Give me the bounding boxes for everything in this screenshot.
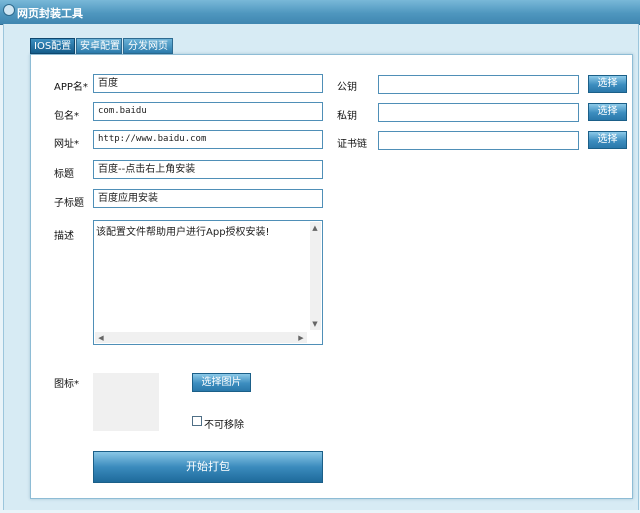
subtitle-input[interactable]: 百度应用安装 — [93, 189, 323, 208]
description-label: 描述 — [54, 231, 74, 242]
app-name-input[interactable]: 百度 — [93, 74, 323, 93]
scroll-up-icon[interactable]: ▲ — [310, 223, 320, 233]
start-packaging-button[interactable]: 开始打包 — [93, 451, 323, 483]
package-name-label: 包名* — [54, 111, 79, 122]
tab-android[interactable]: 安卓配置 — [76, 38, 122, 54]
private-key-choose-button[interactable]: 选择 — [588, 103, 627, 121]
app-icon — [3, 4, 15, 16]
non-removable-label: 不可移除 — [204, 420, 244, 431]
scroll-right-icon[interactable]: ▶ — [296, 333, 306, 343]
horizontal-scroll-track — [95, 332, 307, 343]
window-title: 网页封装工具 — [17, 7, 83, 20]
tab-ios[interactable]: IOS配置 — [30, 38, 75, 54]
cert-chain-choose-button[interactable]: 选择 — [588, 131, 627, 149]
package-name-input[interactable]: com.baidu — [93, 102, 323, 121]
cert-chain-label: 证书链 — [337, 139, 367, 150]
cert-chain-input[interactable] — [378, 131, 579, 150]
icon-preview — [93, 373, 159, 431]
public-key-choose-button[interactable]: 选择 — [588, 75, 627, 93]
tab-distribution[interactable]: 分发网页 — [123, 38, 173, 54]
horizontal-scrollbar[interactable]: ◀ ▶ — [95, 332, 307, 343]
private-key-input[interactable] — [378, 103, 579, 122]
public-key-input[interactable] — [378, 75, 579, 94]
choose-image-button[interactable]: 选择图片 — [192, 373, 251, 392]
scroll-left-icon[interactable]: ◀ — [96, 333, 106, 343]
title-label: 标题 — [54, 169, 74, 180]
non-removable-checkbox[interactable] — [192, 416, 202, 426]
icon-label: 图标* — [54, 379, 79, 390]
title-bar: 网页封装工具 — [0, 0, 640, 25]
subtitle-label: 子标题 — [54, 198, 84, 209]
description-text: 该配置文件帮助用户进行App授权安装! — [96, 227, 270, 238]
app-name-label: APP名* — [54, 82, 88, 93]
title-input[interactable]: 百度--点击右上角安装 — [93, 160, 323, 179]
url-input[interactable]: http://www.baidu.com — [93, 130, 323, 149]
vertical-scroll-track — [310, 222, 321, 330]
vertical-scrollbar[interactable]: ▲ ▼ — [310, 222, 321, 330]
description-textarea[interactable]: 该配置文件帮助用户进行App授权安装! ▲ ▼ ◀ ▶ — [93, 220, 323, 345]
public-key-label: 公钥 — [337, 82, 357, 93]
scroll-down-icon[interactable]: ▼ — [310, 319, 320, 329]
url-label: 网址* — [54, 139, 79, 150]
private-key-label: 私钥 — [337, 111, 357, 122]
